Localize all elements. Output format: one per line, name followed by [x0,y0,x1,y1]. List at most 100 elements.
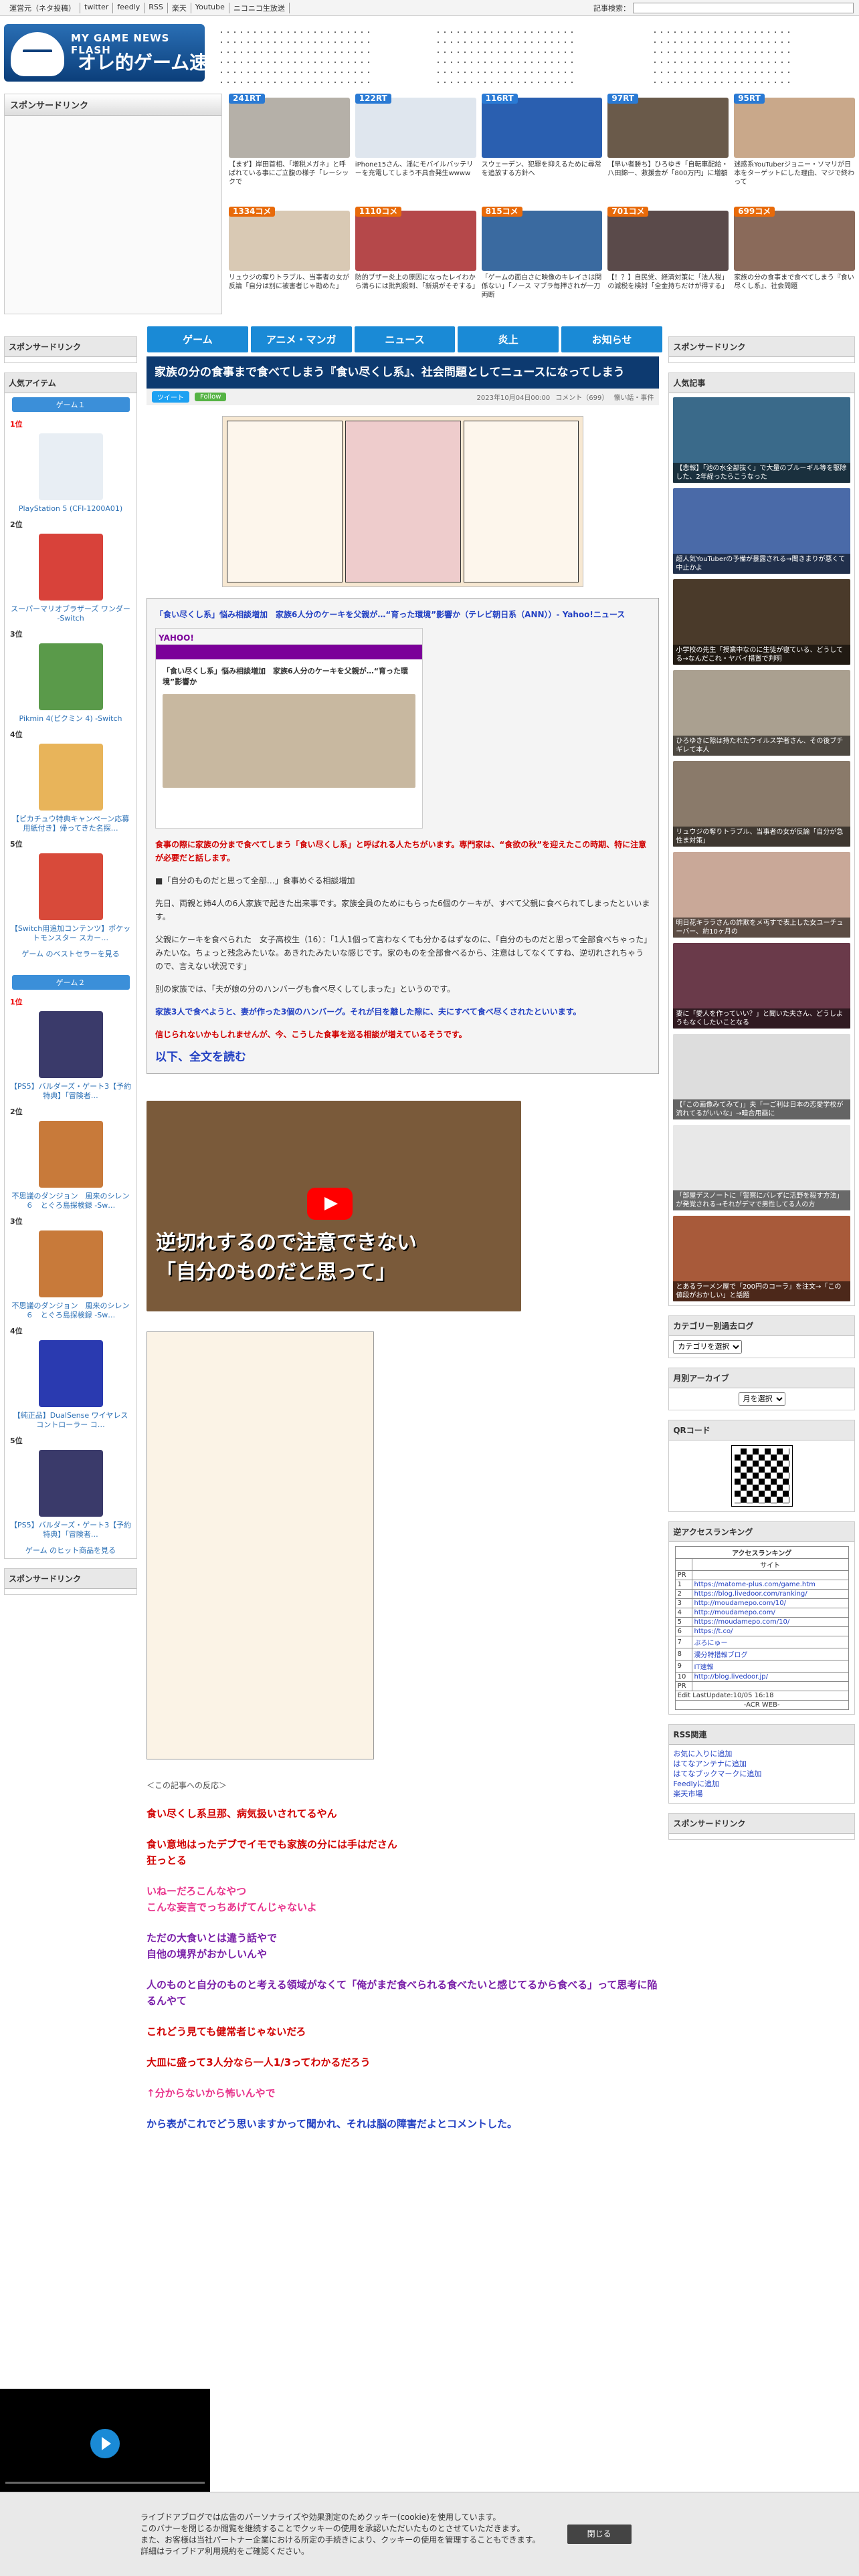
side-article-title[interactable]: リュウジの奪りトラブル、当事者の女が反論「自分が急性ま対策」 [673,827,850,847]
headline-link[interactable]: ・・・・・・・・・・・・・・・・・・・・・ [652,48,855,58]
comment-count[interactable]: コメント（699） [555,392,608,402]
rank-item[interactable]: 5位 【PS5】バルダーズ・ゲート3【予約特典】「冒険者… [5,1432,136,1542]
headline-link[interactable]: ・・・・・・・・・・・・・・・・・・・・・ [435,28,638,38]
acr-link[interactable]: http://moudamepo.com/10/ [691,1598,849,1608]
acr-link[interactable]: ぶろにゅー [691,1636,849,1648]
rss-link[interactable]: はてなアンテナに追加 [673,1759,850,1769]
side-article[interactable]: 妻に「愛人を作っていい？」と聞いた夫さん、どうしようもなくしたいことなる [673,943,850,1029]
article-caption[interactable]: 【！？】自民党、経済対策に「法人税」の減税を検討「全金持ちだけが得する」 [607,274,729,291]
game2-tab[interactable]: ゲーム２ [11,975,130,990]
side-article-title[interactable]: ひろゆきに隙は持たれたウイルス学者さん、その後ブチギレて本人 [673,736,850,756]
article-thumbnail[interactable] [481,98,603,158]
article-thumbnail[interactable] [607,211,729,271]
rss-link[interactable]: Feedlyに追加 [673,1779,850,1789]
article-caption[interactable]: 【早い者勝ち】ひろゆき「自転車配給・八田錦一、救援金が「800万円」に増額 [607,160,729,178]
side-article[interactable]: とあるラーメン屋で「200円のコーラ」を注文→「この値段がおかしい」と話題 [673,1216,850,1301]
rank-item[interactable]: 1位 【PS5】バルダーズ・ゲート3【予約特典】「冒険者… [5,994,136,1103]
nav-item[interactable]: ゲーム [147,326,248,352]
top-link[interactable]: ニコニコ生放送 [229,2,290,13]
top-link[interactable]: RSS [145,2,168,13]
top-article[interactable]: 699コメ 家族の分の食事まで食べてしまう『食い尽くし系』、社会問題 [734,207,855,314]
headline-link[interactable]: ・・・・・・・・・・・・・・・・・・・・・ [652,38,855,48]
article-caption[interactable]: 家族の分の食事まで食べてしまう『食い尽くし系』、社会問題 [734,274,855,291]
product-name[interactable]: PlayStation 5 (CFI-1200A01) [10,504,131,514]
product-image[interactable] [38,1340,103,1407]
article-thumbnail[interactable] [607,98,729,158]
headline-link[interactable]: ・・・・・・・・・・・・・・・・・・・・・ [435,48,638,58]
article-category[interactable]: 懐い話・事件 [613,392,654,402]
cookie-close-button[interactable]: 閉じる [567,2525,632,2544]
product-image[interactable] [38,744,103,811]
rss-link[interactable]: はてなブックマークに追加 [673,1769,850,1779]
rank-item[interactable]: 3位 Pikmin 4(ピクミン 4) -Switch [5,626,136,726]
quote-title[interactable]: 「食い尽くし系」悩み相談増加 家族6人分のケーキを父親が…“育った環境”影響か（… [155,608,650,621]
headline-link[interactable]: ・・・・・・・・・・・・・・・・・・・・・・・ [218,78,421,88]
top-article[interactable]: 116RT スウェーデン、犯罪を抑えるために尋常を追放する方針へ [481,94,603,201]
headline-link[interactable]: ・・・・・・・・・・・・・・・・・・・・・・・ [218,68,421,78]
side-article[interactable]: 小学校の先生「授業中なのに生徒が寝ている、どうしてる→なんだこれ・ヤバイ措置で判… [673,579,850,665]
rss-link[interactable]: お気に入りに追加 [673,1749,850,1759]
product-name[interactable]: 不思議のダンジョン 風来のシレン６ とぐろ島探検録 -Sw… [10,1192,131,1210]
site-logo[interactable]: MY GAME NEWS FLASH オレ的ゲーム速報@JIN [4,24,205,82]
search-input[interactable] [633,2,854,13]
article-thumbnail[interactable] [481,211,603,271]
nav-item[interactable]: 炎上 [458,326,559,352]
top-link[interactable]: feedly [113,2,145,13]
acr-link[interactable]: https://matome-plus.com/game.htm [691,1580,849,1590]
headline-link[interactable]: ・・・・・・・・・・・・・・・・・・・・・ [435,68,638,78]
side-article-title[interactable]: とあるラーメン屋で「200円のコーラ」を注文→「この値段がおかしい」と話題 [673,1281,850,1301]
game1-tab[interactable]: ゲーム１ [11,397,130,412]
acr-link[interactable]: http://blog.livedoor.jp/ [691,1672,849,1682]
top-link[interactable]: 運営元（ネタ投稿） [5,2,80,13]
headline-link[interactable]: ・・・・・・・・・・・・・・・・・・・・・ [435,78,638,88]
side-article-title[interactable]: 小学校の先生「授業中なのに生徒が寝ている、どうしてる→なんだこれ・ヤバイ措置で判… [673,645,850,665]
acr-link[interactable] [691,1570,849,1580]
product-image[interactable] [38,433,103,500]
top-article[interactable]: 815コメ 「ゲームの面白さに映像のキレイさは関係ない」「ノース マブラ毎押されが… [481,207,603,314]
category-select[interactable]: カテゴリを選択 [673,1340,743,1354]
article-caption[interactable]: iPhone15さん、淫にモバイルバッテリーを充電してしまう不具合発生wwww [355,160,476,178]
youtube-video[interactable]: 逆切れするので注意できない 「自分のものだと思って」 [147,1101,522,1311]
top-article[interactable]: 1334コメ リュウジの奪りトラブル、当事者の女が反論「自分は別に被害者じゃ勘めた… [229,207,350,314]
floating-player[interactable] [0,2389,210,2493]
headline-link[interactable]: ・・・・・・・・・・・・・・・・・・・・・・・ [218,48,421,58]
read-more-link[interactable]: 以下、全文を読む [155,1051,650,1064]
side-article[interactable]: 明日花キララさんの詐欺をメ丐すで表上した女ユーチューバー、約10ヶ月の [673,852,850,938]
product-name[interactable]: 【PS5】バルダーズ・ゲート3【予約特典】「冒険者… [10,1082,131,1101]
player-progress[interactable] [5,2482,205,2484]
acr-brand[interactable]: -ACR WEB- [674,1700,849,1710]
archive-select[interactable]: 月を選択 [738,1392,785,1406]
side-article-title[interactable]: 超人気YouTuberの予備が暴露される→聞きまりが悪くて中止かよ [673,554,850,574]
top-article[interactable]: 95RT 迷惑系YouTuberジョニー・ソマリが日本をターゲットにした理由、マジ… [734,94,855,201]
top-article[interactable]: 1110コメ 防的ブザー炎上の原因になったレイわから満らには批判殺到、「新規がそぞ… [355,207,479,314]
side-article-title[interactable]: 【悲報】「池の水全部抜く」で大量のブルーギル等を駆除した、2年経ったらこうなった [673,463,850,483]
side-article[interactable]: リュウジの奪りトラブル、当事者の女が反論「自分が急性ま対策」 [673,761,850,847]
acr-link[interactable]: http://moudamepo.com/ [691,1608,849,1618]
rank-item[interactable]: 4位 【純正品】DualSense ワイヤレスコントローラー コ… [5,1323,136,1432]
rank-item[interactable]: 2位 不思議のダンジョン 風来のシレン６ とぐろ島探検録 -Sw… [5,1103,136,1213]
rank-item[interactable]: 5位 【Switch用追加コンテンツ】ポケットモンスター スカー… [5,836,136,946]
article-caption[interactable]: 防的ブザー炎上の原因になったレイわから満らには批判殺到、「新規がそぞする」 [355,274,479,291]
article-thumbnail[interactable] [734,211,855,271]
rank-item[interactable]: 1位 PlayStation 5 (CFI-1200A01) [5,416,136,516]
acr-link[interactable]: https://moudamepo.com/10/ [691,1617,849,1627]
product-name[interactable]: 【純正品】DualSense ワイヤレスコントローラー コ… [10,1411,131,1430]
top-article[interactable]: 241RT 【まず】岸田首相、「増税メガネ」と呼ばれている事にご立腹の様子「レーシ… [229,94,350,201]
rank-item[interactable]: 2位 スーパーマリオブラザーズ ワンダー -Switch [5,516,136,626]
article-caption[interactable]: スウェーデン、犯罪を抑えるために尋常を追放する方針へ [482,160,603,178]
side-article-title[interactable]: 明日花キララさんの詐欺をメ丐すで表上した女ユーチューバー、約10ヶ月の [673,918,850,938]
article-caption[interactable]: 【まず】岸田首相、「増税メガネ」と呼ばれている事にご立腹の様子「レーシックで [229,160,350,187]
acr-link[interactable]: IT速報 [691,1660,849,1673]
product-image[interactable] [38,534,103,601]
headline-link[interactable]: ・・・・・・・・・・・・・・・・・・・・・・・ [218,28,421,38]
acr-link[interactable]: 漫分特措報ブログ [691,1648,849,1660]
nav-item[interactable]: アニメ・マンガ [250,326,352,352]
product-name[interactable]: スーパーマリオブラザーズ ワンダー -Switch [10,605,131,623]
top-link[interactable]: 楽天 [168,2,191,13]
top-article[interactable]: 97RT 【早い者勝ち】ひろゆき「自転車配給・八田錦一、救援金が「800万円」に増… [607,94,729,201]
product-image[interactable] [38,1450,103,1517]
rank-item[interactable]: 4位 【ピカチュウ特典キャンペーン応募用紙付き】帰ってきた名探… [5,726,136,836]
article-thumbnail[interactable] [355,98,476,158]
product-name[interactable]: 【PS5】バルダーズ・ゲート3【予約特典】「冒険者… [10,1521,131,1539]
top-article[interactable]: 701コメ 【！？】自民党、経済対策に「法人税」の減税を検討「全金持ちだけが得する… [607,207,729,314]
